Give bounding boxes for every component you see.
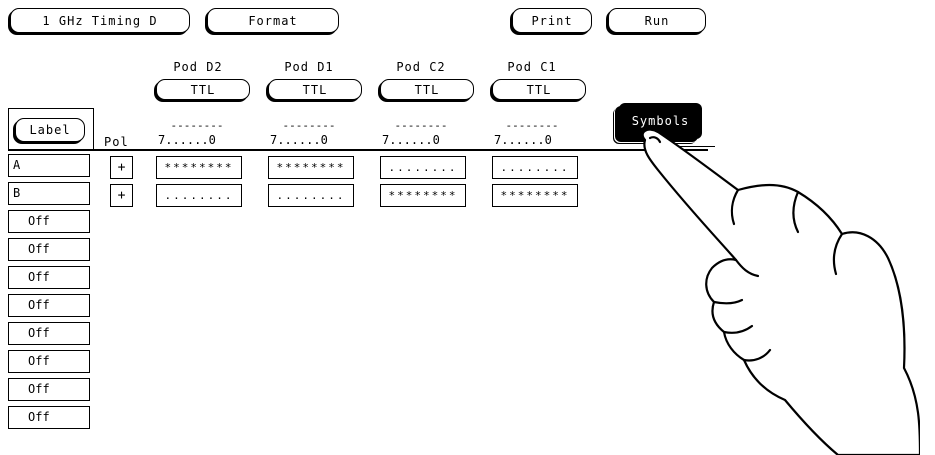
pattern-b-pod-d2[interactable]: ........ — [156, 184, 242, 207]
pod-c2-name: Pod C2 — [396, 60, 446, 74]
polarity-toggle-b[interactable]: + — [110, 184, 133, 207]
pointing-hand-icon — [641, 128, 920, 455]
pattern-b-pod-c1[interactable]: ******** — [492, 184, 578, 207]
label-row-off[interactable]: Off — [8, 322, 90, 345]
run-button[interactable]: Run — [608, 8, 706, 33]
pod-c2-bit-range: 7......0 — [382, 133, 440, 147]
pattern-b-pod-d1[interactable]: ........ — [268, 184, 354, 207]
label-row-off[interactable]: Off — [8, 294, 90, 317]
polarity-header: Pol — [104, 135, 129, 149]
pod-c1-name: Pod C1 — [507, 60, 557, 74]
label-row-a[interactable]: A — [8, 154, 90, 177]
pod-d2-dashes: -------- — [170, 119, 224, 132]
label-row-off[interactable]: Off — [8, 238, 90, 261]
pattern-a-pod-c1[interactable]: ........ — [492, 156, 578, 179]
pattern-a-pod-c2[interactable]: ........ — [380, 156, 466, 179]
format-button[interactable]: Format — [207, 8, 339, 33]
pod-d1-dashes: -------- — [282, 119, 336, 132]
label-row-off[interactable]: Off — [8, 266, 90, 289]
label-row-b[interactable]: B — [8, 182, 90, 205]
pod-d1-name: Pod D1 — [284, 60, 334, 74]
label-row-off[interactable]: Off — [8, 210, 90, 233]
pattern-a-pod-d2[interactable]: ******** — [156, 156, 242, 179]
print-button[interactable]: Print — [512, 8, 592, 33]
pod-d2-name: Pod D2 — [173, 60, 223, 74]
label-header-button[interactable]: Label — [15, 118, 85, 142]
pod-d1-threshold-button[interactable]: TTL — [268, 79, 362, 100]
pod-c1-dashes: -------- — [505, 119, 559, 132]
pod-c2-threshold-button[interactable]: TTL — [380, 79, 474, 100]
pattern-b-pod-c2[interactable]: ******** — [380, 184, 466, 207]
timing-menu-button[interactable]: 1 GHz Timing D — [10, 8, 190, 33]
label-row-off[interactable]: Off — [8, 350, 90, 373]
pod-c1-threshold-button[interactable]: TTL — [492, 79, 586, 100]
pod-d1-bit-range: 7......0 — [270, 133, 328, 147]
pod-c2-dashes: -------- — [394, 119, 448, 132]
pod-d2-threshold-button[interactable]: TTL — [156, 79, 250, 100]
label-row-off[interactable]: Off — [8, 406, 90, 429]
header-divider — [8, 149, 708, 151]
polarity-toggle-a[interactable]: + — [110, 156, 133, 179]
label-row-off[interactable]: Off — [8, 378, 90, 401]
pod-d2-bit-range: 7......0 — [158, 133, 216, 147]
pod-c1-bit-range: 7......0 — [494, 133, 552, 147]
pattern-a-pod-d1[interactable]: ******** — [268, 156, 354, 179]
